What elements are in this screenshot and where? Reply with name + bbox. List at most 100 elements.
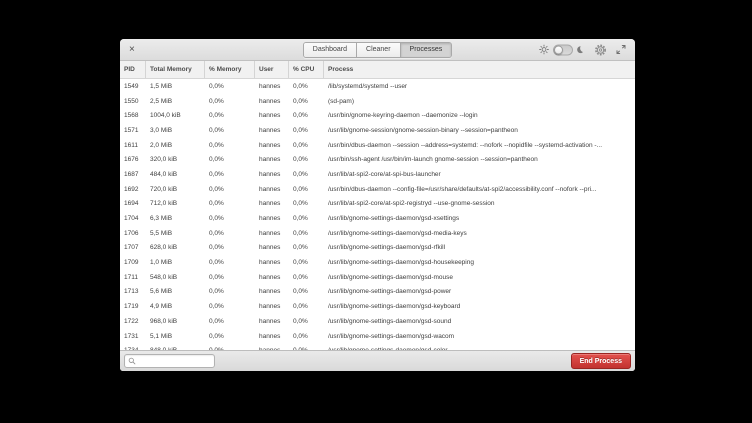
cell-user: hannes	[255, 83, 289, 90]
table-row[interactable]: 15491,5 MiB0,0%hannes0,0%/lib/systemd/sy…	[120, 79, 635, 94]
expand-icon[interactable]	[616, 45, 626, 55]
search-icon	[128, 357, 136, 365]
table-row[interactable]: 17065,5 MiB0,0%hannes0,0%/usr/lib/gnome-…	[120, 226, 635, 241]
cell-pct_memory: 0,0%	[205, 171, 255, 178]
cell-user: hannes	[255, 230, 289, 237]
cell-total_memory: 5,5 MiB	[146, 230, 205, 237]
moon-icon	[577, 46, 585, 54]
table-row[interactable]: 16112,0 MiB0,0%hannes0,0%/usr/bin/dbus-d…	[120, 138, 635, 153]
cell-pct_cpu: 0,0%	[289, 112, 324, 119]
table-row[interactable]: 1687484,0 kiB0,0%hannes0,0%/usr/lib/at-s…	[120, 167, 635, 182]
cell-total_memory: 4,9 MiB	[146, 303, 205, 310]
column-header-pid[interactable]: PID	[120, 61, 146, 78]
cell-pct_memory: 0,0%	[205, 333, 255, 340]
table-row[interactable]: 17046,3 MiB0,0%hannes0,0%/usr/lib/gnome-…	[120, 211, 635, 226]
cell-pct_memory: 0,0%	[205, 142, 255, 149]
table-row[interactable]: 15681004,0 kiB0,0%hannes0,0%/usr/bin/gno…	[120, 108, 635, 123]
end-process-button[interactable]: End Process	[571, 353, 631, 369]
cell-pct_cpu: 0,0%	[289, 274, 324, 281]
table-row[interactable]: 1711548,0 kiB0,0%hannes0,0%/usr/lib/gnom…	[120, 270, 635, 285]
column-header-total-memory[interactable]: Total Memory	[146, 61, 205, 78]
cell-user: hannes	[255, 156, 289, 163]
cell-process: (sd-pam)	[324, 98, 635, 105]
tab-processes[interactable]: Processes	[401, 43, 452, 57]
footer-bar: End Process	[120, 350, 635, 371]
header-bar: × Dashboard Cleaner Processes	[120, 39, 635, 61]
cell-pct_cpu: 0,0%	[289, 142, 324, 149]
cell-pct_cpu: 0,0%	[289, 244, 324, 251]
cell-user: hannes	[255, 274, 289, 281]
cell-pct_cpu: 0,0%	[289, 303, 324, 310]
cell-total_memory: 5,1 MiB	[146, 333, 205, 340]
cell-pct_memory: 0,0%	[205, 215, 255, 222]
table-row[interactable]: 17091,0 MiB0,0%hannes0,0%/usr/lib/gnome-…	[120, 255, 635, 270]
cell-user: hannes	[255, 303, 289, 310]
cell-pct_cpu: 0,0%	[289, 98, 324, 105]
cell-process: /usr/lib/at-spi2-core/at-spi2-registryd …	[324, 200, 635, 207]
cell-process: /usr/lib/at-spi2-core/at-spi-bus-launche…	[324, 171, 635, 178]
cell-pct_cpu: 0,0%	[289, 186, 324, 193]
cell-process: /usr/lib/gnome-settings-daemon/gsd-wacom	[324, 333, 635, 340]
cell-pid: 1711	[120, 274, 146, 281]
sun-icon	[539, 45, 549, 55]
column-header-process[interactable]: Process	[324, 61, 635, 78]
tab-cleaner[interactable]: Cleaner	[357, 43, 401, 57]
table-row[interactable]: 1734848,0 kiB0,0%hannes0,0%/usr/lib/gnom…	[120, 343, 635, 350]
cell-pid: 1550	[120, 98, 146, 105]
cell-user: hannes	[255, 259, 289, 266]
cell-total_memory: 5,6 MiB	[146, 288, 205, 295]
cell-user: hannes	[255, 347, 289, 350]
cell-total_memory: 712,0 kiB	[146, 200, 205, 207]
cell-process: /usr/lib/gnome-settings-daemon/gsd-color	[324, 347, 635, 350]
table-row[interactable]: 15713,0 MiB0,0%hannes0,0%/usr/lib/gnome-…	[120, 123, 635, 138]
cell-pct_cpu: 0,0%	[289, 156, 324, 163]
table-row[interactable]: 1722968,0 kiB0,0%hannes0,0%/usr/lib/gnom…	[120, 314, 635, 329]
table-row[interactable]: 17315,1 MiB0,0%hannes0,0%/usr/lib/gnome-…	[120, 329, 635, 344]
tab-dashboard[interactable]: Dashboard	[304, 43, 357, 57]
table-header-row: PID Total Memory % Memory User % CPU Pro…	[120, 61, 635, 79]
table-row[interactable]: 17135,6 MiB0,0%hannes0,0%/usr/lib/gnome-…	[120, 285, 635, 300]
cell-pct_memory: 0,0%	[205, 318, 255, 325]
cell-pct_memory: 0,0%	[205, 259, 255, 266]
table-row[interactable]: 1676320,0 kiB0,0%hannes0,0%/usr/bin/ssh-…	[120, 152, 635, 167]
column-header-pct-memory[interactable]: % Memory	[205, 61, 255, 78]
cell-total_memory: 548,0 kiB	[146, 274, 205, 281]
cell-pid: 1719	[120, 303, 146, 310]
cell-pct_cpu: 0,0%	[289, 318, 324, 325]
table-row[interactable]: 1707628,0 kiB0,0%hannes0,0%/usr/lib/gnom…	[120, 241, 635, 256]
cell-process: /usr/lib/gnome-settings-daemon/gsd-power	[324, 288, 635, 295]
table-row[interactable]: 1692720,0 kiB0,0%hannes0,0%/usr/bin/dbus…	[120, 182, 635, 197]
table-row[interactable]: 1694712,0 kiB0,0%hannes0,0%/usr/lib/at-s…	[120, 197, 635, 212]
table-row[interactable]: 15502,5 MiB0,0%hannes0,0%(sd-pam)	[120, 94, 635, 109]
cell-pid: 1731	[120, 333, 146, 340]
cell-total_memory: 6,3 MiB	[146, 215, 205, 222]
cell-pct_memory: 0,0%	[205, 127, 255, 134]
cell-user: hannes	[255, 112, 289, 119]
cell-pct_cpu: 0,0%	[289, 171, 324, 178]
monitor-app-window: × Dashboard Cleaner Processes	[120, 39, 635, 371]
cell-process: /usr/bin/dbus-daemon --session --address…	[324, 142, 635, 149]
cell-process: /usr/lib/gnome-settings-daemon/gsd-keybo…	[324, 303, 635, 310]
cell-user: hannes	[255, 318, 289, 325]
cell-total_memory: 3,0 MiB	[146, 127, 205, 134]
cell-pct_cpu: 0,0%	[289, 259, 324, 266]
cell-pct_memory: 0,0%	[205, 274, 255, 281]
cell-user: hannes	[255, 127, 289, 134]
theme-toggle[interactable]	[553, 44, 573, 55]
cell-pid: 1706	[120, 230, 146, 237]
cell-pid: 1549	[120, 83, 146, 90]
table-row[interactable]: 17194,9 MiB0,0%hannes0,0%/usr/lib/gnome-…	[120, 299, 635, 314]
cell-pid: 1611	[120, 142, 146, 149]
cell-pct_cpu: 0,0%	[289, 347, 324, 350]
search-input[interactable]	[136, 358, 212, 365]
gear-icon[interactable]	[594, 43, 607, 56]
cell-user: hannes	[255, 215, 289, 222]
cell-pct_memory: 0,0%	[205, 156, 255, 163]
cell-user: hannes	[255, 200, 289, 207]
cell-process: /usr/lib/gnome-settings-daemon/gsd-xsett…	[324, 215, 635, 222]
cell-pct_cpu: 0,0%	[289, 230, 324, 237]
cell-pct_memory: 0,0%	[205, 112, 255, 119]
close-button[interactable]: ×	[129, 45, 135, 55]
column-header-pct-cpu[interactable]: % CPU	[289, 61, 324, 78]
column-header-user[interactable]: User	[255, 61, 289, 78]
